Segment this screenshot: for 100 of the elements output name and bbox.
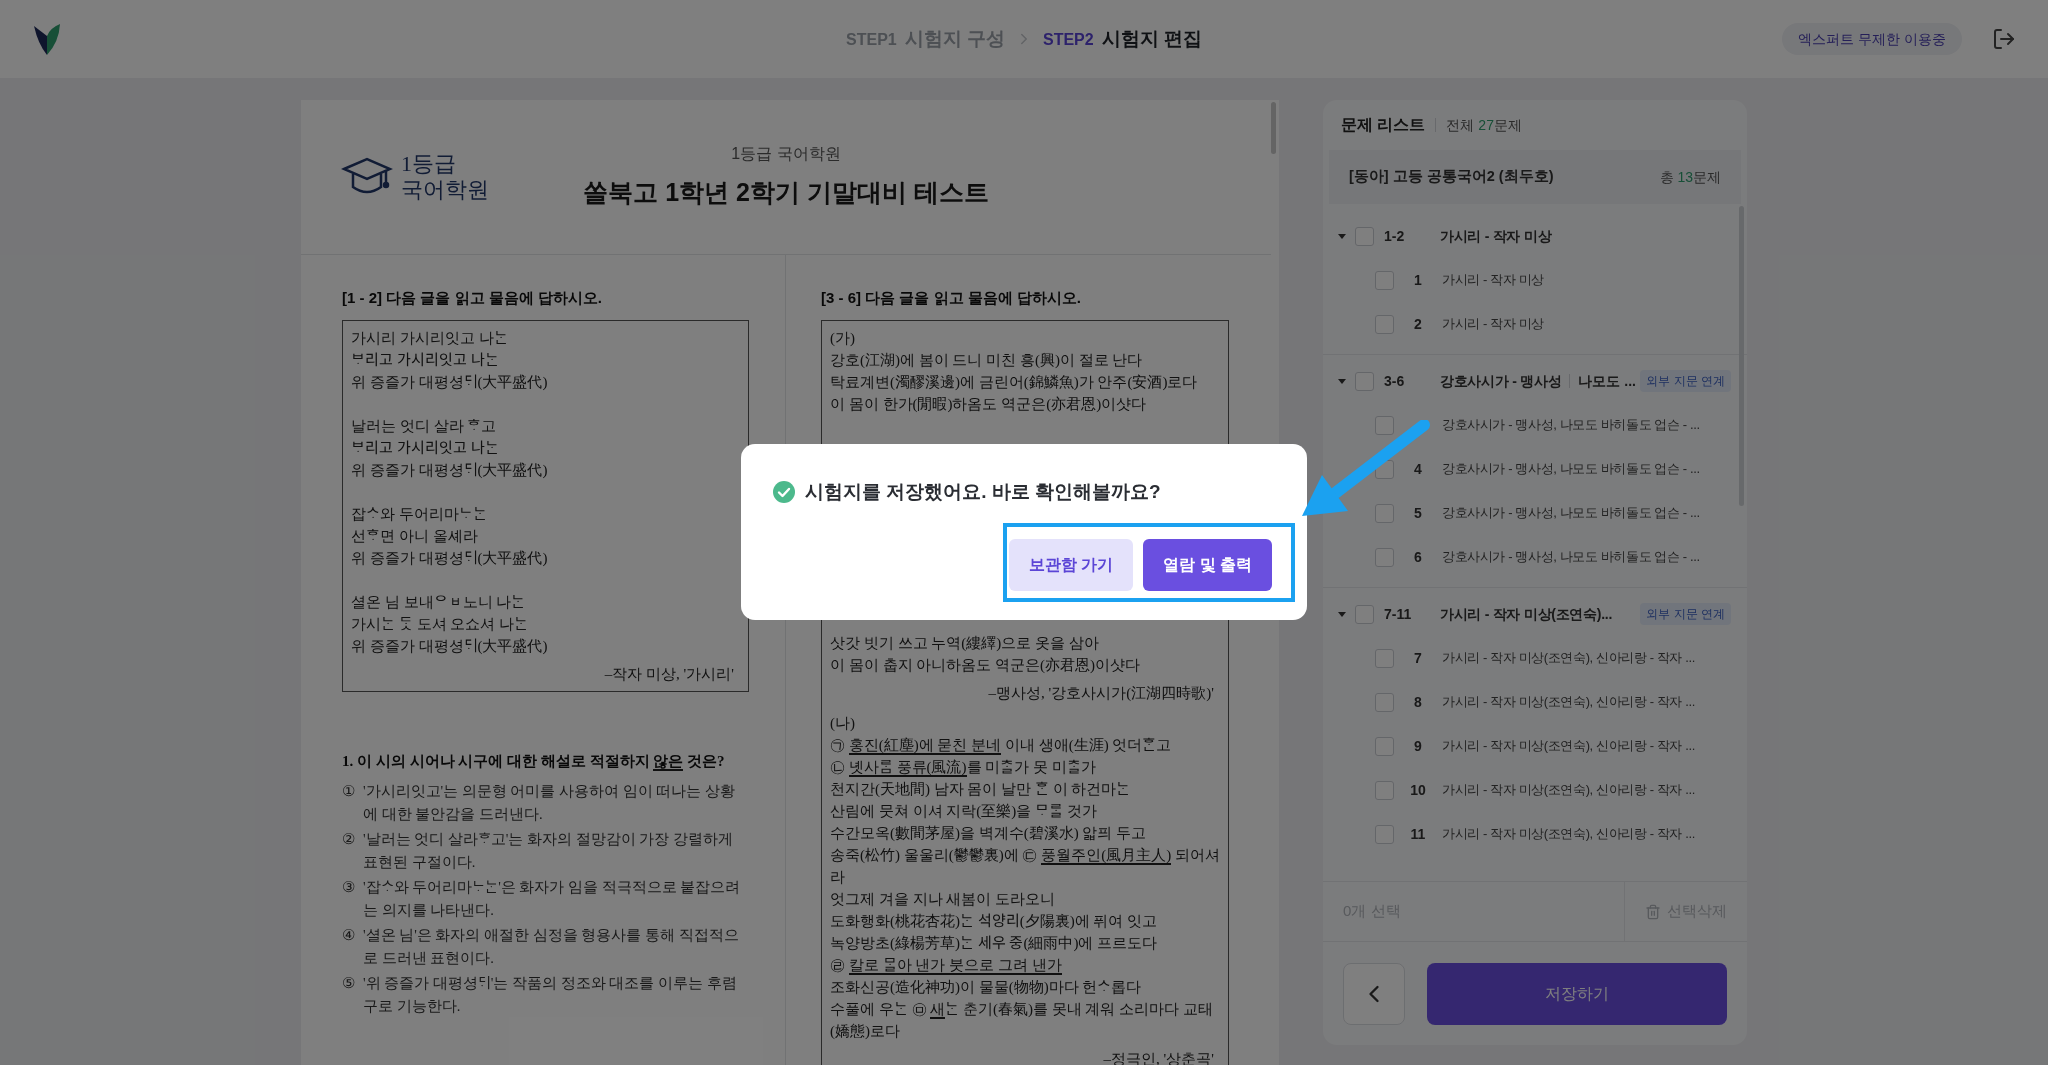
problem-number: 4 <box>1413 459 1423 479</box>
option-text: '위 증즐가 대평셩ᄃᆡ'는 작품의 정조와 대조를 이루는 후렴구로 기능한다. <box>363 974 738 1016</box>
academy-name: 1등급 국어학원 <box>731 144 841 165</box>
go-to-storage-button[interactable]: 보관함 가기 <box>1008 538 1134 591</box>
checkbox[interactable] <box>1375 824 1394 844</box>
checkbox[interactable] <box>1375 270 1394 290</box>
save-button[interactable]: 저장하기 <box>1427 962 1727 1025</box>
step-tab[interactable]: STEP2 시험지 편집 <box>1043 24 1202 54</box>
problem-title[interactable]: 가시리 - 작자 미상(조연숙), 신아리랑 - 작자 ... <box>1442 736 1695 756</box>
problem-number: 1 <box>1413 270 1423 290</box>
question-text: 1. 이 시의 시어나 시구에 대한 해설로 적절하지 않은 것은? <box>342 751 725 772</box>
problem-title[interactable]: 가시리 - 작자 미상(조연숙), 신아리랑 - 작자 ... <box>1442 648 1695 668</box>
poem-line: 엇그제 겨을 지나 새봄이 도라오니 <box>830 889 1055 909</box>
checkbox[interactable] <box>1375 547 1394 567</box>
poem-line: 수풀에 우ᄂᆞᆫ ㉤ 새 ᄂᆞᆫ 춘기(春氣)를 못내 계워 소리마다 교태 <box>830 999 1213 1020</box>
logo-text: 1등급 <box>401 151 457 177</box>
poem-line: 송죽(松竹) 울울리(鬱鬱裏)에 ㉢ 풍월주인(風月主人) 되어셔 <box>830 845 1220 866</box>
option-text: '날러는 엇디 살라ᄒᆞ고'는 화자의 절망감이 가장 강렬하게 표현된 구절이다. <box>363 830 734 872</box>
poem-line: 녹양방초(綠楊芳草)ᄂᆞᆫ 세우 중(細雨中)에 프르도다 <box>830 933 1158 953</box>
view-print-button[interactable]: 열람 및 출력 <box>1143 538 1272 591</box>
poem-line: (嬌態)로다 <box>830 1021 900 1041</box>
checkbox[interactable] <box>1355 604 1374 624</box>
scrollbar[interactable] <box>1271 102 1276 154</box>
success-check-icon <box>773 481 795 504</box>
poem-line: ᄇᆞ리고 가시리잇고 나ᄂᆞᆫ <box>351 350 499 370</box>
option-marker: ① <box>342 782 355 801</box>
group-subtitle: 나모도 ... <box>1578 371 1636 391</box>
poem-line: 수간모옥(數間茅屋)을 벽계수(碧溪水) 앏픠 두고 <box>830 823 1147 843</box>
poem-line: 탁료계변(濁醪溪邊)에 금린어(錦鱗魚)가 안주(安酒)로다 <box>830 372 1198 392</box>
problem-title[interactable]: 가시리 - 작자 미상(조연숙), 신아리랑 - 작자 ... <box>1442 824 1695 844</box>
back-button[interactable] <box>1343 962 1405 1025</box>
group-range: 3-6 <box>1384 371 1406 391</box>
poem-line: 산림에 뭇쳐 이셔 지락(至樂)을 ᄆᆞᄅᆞᆯ 것가 <box>830 801 1097 821</box>
linked-passage-tag: 외부 지문 연계 <box>1640 370 1731 392</box>
problem-title[interactable]: 가시리 - 작자 미상 <box>1442 314 1544 334</box>
poem-line: 천지간(天地間) 남자 몸이 날만 ᄒᆞᆫ 이 하건마ᄂᆞᆫ <box>830 779 1131 799</box>
poem-line: 삿갓 빗기 쓰고 누역(縷繹)으로 옷을 삼아 <box>830 633 1099 653</box>
problem-number: 6 <box>1413 547 1423 567</box>
option-marker: ④ <box>342 926 355 945</box>
poem-line: 가시리 가시리잇고 나ᄂᆞᆫ <box>351 328 508 348</box>
checkbox[interactable] <box>1375 648 1394 668</box>
group-title: 가시리 - 작자 미상 <box>1440 226 1552 246</box>
poem-line: 잡ᄉᆞ와 두어리마ᄂᆞᄂᆞᆫ <box>351 504 487 524</box>
section-heading: [1 - 2] 다음 글을 읽고 물음에 답하시오. <box>342 288 603 308</box>
logout-icon[interactable] <box>1992 27 2016 51</box>
group-range: 7-11 <box>1384 604 1413 624</box>
poem-line: ᄇᆞ리고 가시리잇고 나ᄂᆞᆫ <box>351 438 499 458</box>
problem-number: 9 <box>1413 736 1423 756</box>
poem-line: 가시ᄂᆞᆫ ᄃᆞᆺ 도셔 오쇼셔 나ᄂᆞᆫ <box>351 614 528 634</box>
passage-label: (나) <box>830 713 856 733</box>
logo-icon[interactable] <box>32 22 62 56</box>
poem-line: 날러는 엇디 살라 ᄒᆞ고 <box>351 416 497 436</box>
poem-line: 위 증즐가 대평셩ᄃᆡ(大平盛代) <box>351 460 548 480</box>
checkbox[interactable] <box>1375 780 1394 800</box>
poem-line: 셜온 님 보내ᄋᆸ노니 나ᄂᆞᆫ <box>351 592 526 612</box>
trash-icon <box>1645 903 1661 920</box>
poem-line: ㉡ 녯사ᄅᆞᆷ 풍류(風流)를 미ᄎᆞᆯ가 못 미ᄎᆞᆯ가 <box>830 757 1096 778</box>
section-heading: [3 - 6] 다음 글을 읽고 물음에 답하시오. <box>821 288 1082 308</box>
poem-line: 강호(江湖)에 봄이 드니 미친 흥(興)이 절로 난다 <box>830 350 1143 370</box>
checkbox[interactable] <box>1375 314 1394 334</box>
poem-line: 이 몸이 한가(閒暇)하옴도 역군은(亦君恩)이샷다 <box>830 394 1147 414</box>
group-title: 가시리 - 작자 미상(조연숙)... <box>1440 604 1612 624</box>
option-text: '잡ᄉᆞ와 두어리마ᄂᆞᄂᆞᆫ'은 화자가 임을 적극적으로 붙잡으려는 의지를 나타낸다. <box>363 878 742 920</box>
plan-badge: 엑스퍼트 무제한 이용중 <box>1782 23 1962 55</box>
checkbox[interactable] <box>1355 226 1374 246</box>
problem-title[interactable]: 강호사시가 - 맹사성, 나모도 바히돌도 업슨 - ... <box>1442 547 1700 567</box>
problem-number: 7 <box>1413 648 1423 668</box>
poem-line: 위 증즐가 대평셩ᄃᆡ(大平盛代) <box>351 636 548 656</box>
problem-title[interactable]: 가시리 - 작자 미상(조연숙), 신아리랑 - 작자 ... <box>1442 692 1695 712</box>
group-range: 1-2 <box>1384 226 1406 246</box>
option-text: '가시리잇고'는 의문형 어미를 사용하여 임이 떠나는 상황에 대한 불안감을 드러낸다. <box>363 782 736 824</box>
group-title: 강호사시가 - 맹사성 <box>1440 371 1562 391</box>
checkbox[interactable] <box>1375 736 1394 756</box>
book-count: 총 13문제 <box>1659 167 1721 187</box>
source-text: –작자 미상, '가시리' <box>604 664 735 684</box>
poem-line: 라 <box>830 867 845 887</box>
checkbox[interactable] <box>1375 415 1394 435</box>
checkbox[interactable] <box>1355 371 1374 391</box>
problem-number: 5 <box>1413 503 1423 523</box>
problem-title[interactable]: 가시리 - 작자 미상(조연숙), 신아리랑 - 작자 ... <box>1442 780 1695 800</box>
poem-line: 도화행화(桃花杏花)ᄂᆞᆫ 석양리(夕陽裏)에 퓌여 잇고 <box>830 911 1158 931</box>
poem-line: 조화신공(造化神功)이 물물(物物)마다 헌ᄉᆞ롭다 <box>830 977 1142 997</box>
poem-line: 이 몸이 춥지 아니하옴도 역군은(亦君恩)이샷다 <box>830 655 1140 675</box>
panel-title: 문제 리스트 <box>1341 115 1426 135</box>
option-text: '셜온 님'은 화자의 애절한 심정을 형용사를 통해 직접적으로 드러낸 표현이다. <box>363 926 740 968</box>
problem-title[interactable]: 가시리 - 작자 미상 <box>1442 270 1544 290</box>
linked-passage-tag: 외부 지문 연계 <box>1640 603 1731 625</box>
caret-icon[interactable] <box>1337 609 1347 619</box>
checkbox[interactable] <box>1375 692 1394 712</box>
checkbox[interactable] <box>1375 503 1394 523</box>
caret-icon[interactable] <box>1337 231 1347 241</box>
problem-title[interactable]: 강호사시가 - 맹사성, 나모도 바히돌도 업슨 - ... <box>1442 459 1700 479</box>
source-text: –맹사성, '강호사시가(江湖四時歌)' <box>988 683 1215 703</box>
total-count: 전체 27문제 <box>1446 115 1522 135</box>
poem-line: ㉠ 홍진(紅塵)에 묻친 분네 이내 생애(生涯) 엇더ᄒᆞᆫ고 <box>830 735 1172 756</box>
book-name: [동아] 고등 공통국어2 (최두호) <box>1349 167 1554 187</box>
problem-title[interactable]: 강호사시가 - 맹사성, 나모도 바히돌도 업슨 - ... <box>1442 415 1700 435</box>
problem-title[interactable]: 강호사시가 - 맹사성, 나모도 바히돌도 업슨 - ... <box>1442 503 1700 523</box>
caret-icon[interactable] <box>1337 376 1347 386</box>
poem-line: ㉣ 칼로 ᄆᆞᆯ아 낸가 붓으로 그려 낸가 <box>830 955 1062 976</box>
